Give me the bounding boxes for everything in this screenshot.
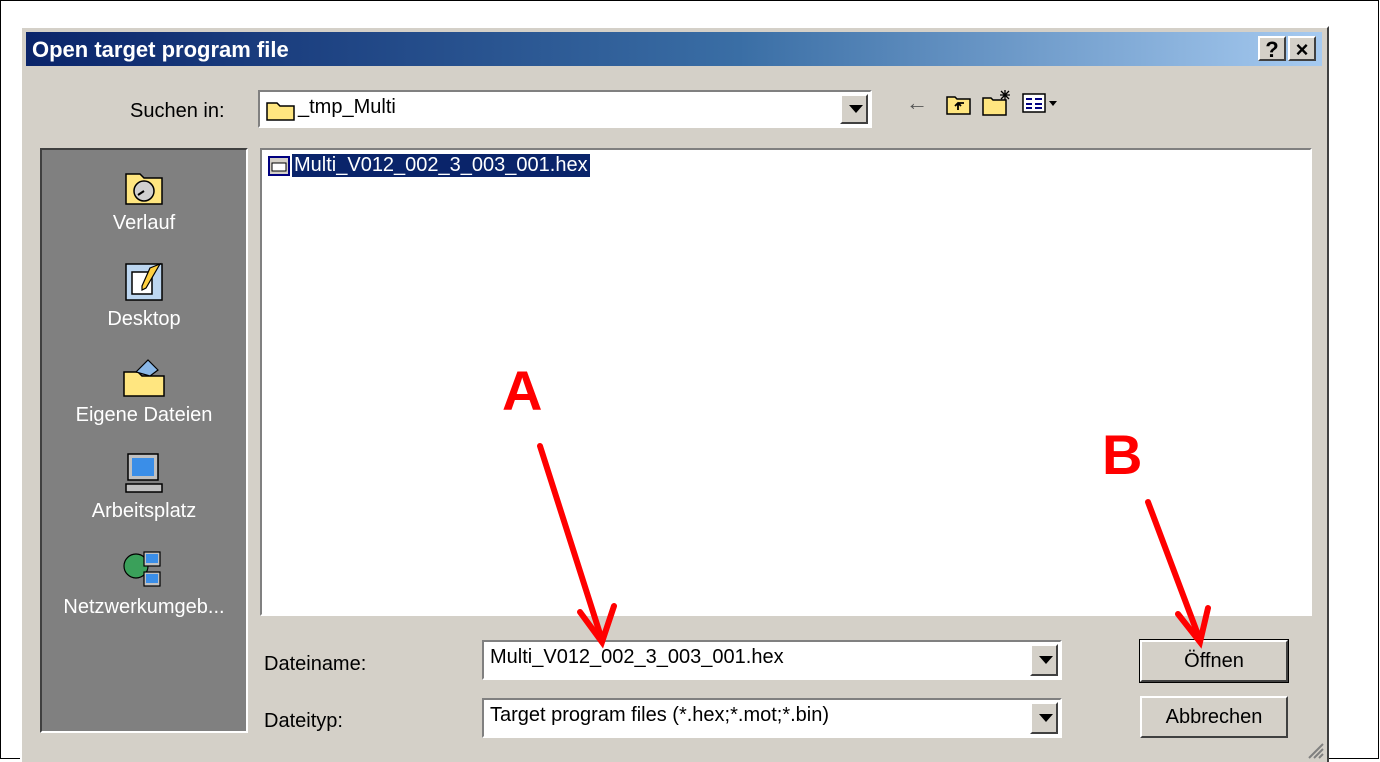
arrow-b-icon — [1145, 499, 1203, 643]
annotation-arrows — [537, 443, 1211, 649]
arrow-a-icon — [537, 443, 605, 643]
